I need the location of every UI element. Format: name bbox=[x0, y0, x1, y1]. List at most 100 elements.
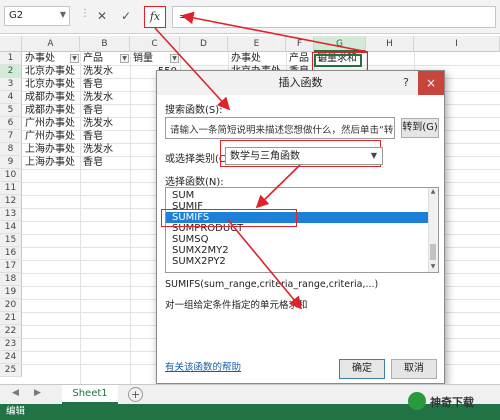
row-header-19[interactable]: 19 bbox=[0, 286, 22, 299]
row-header-10[interactable]: 10 bbox=[0, 169, 22, 182]
cell-b9[interactable]: 香皂 bbox=[81, 156, 129, 169]
column-header-d[interactable]: D bbox=[180, 36, 228, 52]
more-icon: ⋮ bbox=[80, 8, 90, 19]
cell-a4[interactable]: 成都办事处 bbox=[23, 91, 79, 104]
ok-button[interactable]: 确定 bbox=[339, 359, 385, 379]
grid-line bbox=[130, 52, 131, 384]
row-header-15[interactable]: 15 bbox=[0, 234, 22, 247]
column-header-g[interactable]: G bbox=[314, 36, 366, 52]
formula-value: = bbox=[179, 10, 189, 23]
cell-b8[interactable]: 洗发水 bbox=[81, 143, 129, 156]
function-list-item[interactable]: SUMSQ bbox=[166, 234, 430, 245]
cell-a2[interactable]: 北京办事处 bbox=[23, 65, 79, 78]
formula-bar: G2 ▼ ⋮ ✕ ✓ fx = bbox=[0, 0, 500, 34]
scroll-up-icon[interactable]: ▲ bbox=[429, 188, 437, 196]
row-header-16[interactable]: 16 bbox=[0, 247, 22, 260]
cancel-icon[interactable]: ✕ bbox=[92, 6, 112, 26]
add-sheet-icon[interactable]: + bbox=[128, 387, 143, 402]
function-listbox[interactable]: SUM SUMIF SUMIFS SUMPRODUCT SUMSQ SUMX2M… bbox=[165, 187, 439, 273]
help-icon[interactable]: ? bbox=[396, 71, 416, 95]
function-list-item[interactable]: SUMX2MY2 bbox=[166, 245, 430, 256]
confirm-icon[interactable]: ✓ bbox=[116, 6, 136, 26]
function-help-link[interactable]: 有关该函数的帮助 bbox=[165, 359, 241, 373]
cell-f1[interactable]: 产品 bbox=[287, 52, 314, 65]
scroll-down-icon[interactable]: ▼ bbox=[429, 263, 437, 271]
cell-b2[interactable]: 洗发水 bbox=[81, 65, 129, 78]
cell-a6[interactable]: 广州办事处 bbox=[23, 117, 79, 130]
column-header-b[interactable]: B bbox=[80, 36, 130, 52]
row-header-21[interactable]: 21 bbox=[0, 312, 22, 325]
column-header-i[interactable]: I bbox=[414, 36, 500, 52]
formula-input[interactable]: = bbox=[172, 6, 496, 28]
row-header-2[interactable]: 2 bbox=[0, 65, 22, 78]
column-header-e[interactable]: E bbox=[228, 36, 286, 52]
chevron-left-icon[interactable]: ◀ bbox=[12, 388, 19, 398]
cell-a5[interactable]: 成都办事处 bbox=[23, 104, 79, 117]
category-select[interactable]: 数学与三角函数 ▼ bbox=[225, 147, 383, 165]
row-header-23[interactable]: 23 bbox=[0, 338, 22, 351]
cell-b3[interactable]: 香皂 bbox=[81, 78, 129, 91]
function-list-scrollbar[interactable]: ▲ ▼ bbox=[428, 188, 438, 272]
sheet-tab[interactable]: Sheet1 bbox=[62, 385, 118, 404]
row-header-17[interactable]: 17 bbox=[0, 260, 22, 273]
row-header-14[interactable]: 14 bbox=[0, 221, 22, 234]
cell-g2-active[interactable]: = bbox=[314, 54, 362, 67]
cell-e1[interactable]: 办事处 bbox=[229, 52, 285, 65]
row-header-22[interactable]: 22 bbox=[0, 325, 22, 338]
cell-a7[interactable]: 广州办事处 bbox=[23, 130, 79, 143]
cell-c1[interactable]: 销量 bbox=[131, 52, 169, 65]
function-list-item[interactable]: SUM bbox=[166, 190, 430, 201]
cell-b7[interactable]: 香皂 bbox=[81, 130, 129, 143]
row-header-9[interactable]: 9 bbox=[0, 156, 22, 169]
row-header-20[interactable]: 20 bbox=[0, 299, 22, 312]
cancel-button[interactable]: 取消 bbox=[391, 359, 437, 379]
cell-b4[interactable]: 洗发水 bbox=[81, 91, 129, 104]
function-description: 对一组给定条件指定的单元格求和 bbox=[165, 300, 308, 311]
chevron-right-icon[interactable]: ▶ bbox=[34, 388, 41, 398]
column-header-a[interactable]: A bbox=[22, 36, 80, 52]
row-header-8[interactable]: 8 bbox=[0, 143, 22, 156]
row-header-11[interactable]: 11 bbox=[0, 182, 22, 195]
row-header-24[interactable]: 24 bbox=[0, 351, 22, 364]
watermark: 神奇下载 bbox=[396, 384, 492, 418]
cell-a8[interactable]: 上海办事处 bbox=[23, 143, 79, 156]
column-header-h[interactable]: H bbox=[366, 36, 414, 52]
chevron-down-icon[interactable]: ▼ bbox=[60, 10, 66, 19]
go-button[interactable]: 转到(G) bbox=[401, 118, 439, 138]
row-header-7[interactable]: 7 bbox=[0, 130, 22, 143]
row-header-1[interactable]: 1 bbox=[0, 52, 22, 65]
row-header-25[interactable]: 25 bbox=[0, 364, 22, 377]
cell-a9[interactable]: 上海办事处 bbox=[23, 156, 79, 169]
cell-b5[interactable]: 香皂 bbox=[81, 104, 129, 117]
select-all-corner[interactable] bbox=[0, 36, 22, 52]
search-label: 搜索函数(S): bbox=[165, 105, 223, 116]
chevron-down-icon[interactable]: ▼ bbox=[367, 149, 381, 163]
name-box[interactable]: G2 ▼ bbox=[4, 6, 70, 26]
insert-function-dialog: 插入函数 ? × 搜索函数(S): 请输入一条简短说明来描述您想做什么，然后单击… bbox=[156, 70, 445, 384]
column-header-c[interactable]: C bbox=[130, 36, 180, 52]
cell-a1[interactable]: 办事处 bbox=[23, 52, 71, 65]
row-header-12[interactable]: 12 bbox=[0, 195, 22, 208]
filter-dropdown-icon[interactable]: ▼ bbox=[120, 54, 129, 63]
column-header-f[interactable]: F bbox=[286, 36, 314, 52]
function-list-item[interactable]: SUMX2PY2 bbox=[166, 256, 430, 267]
row-header-3[interactable]: 3 bbox=[0, 78, 22, 91]
status-mode: 编辑 bbox=[6, 406, 26, 417]
row-header-13[interactable]: 13 bbox=[0, 208, 22, 221]
cell-a3[interactable]: 北京办事处 bbox=[23, 78, 79, 91]
scroll-thumb[interactable] bbox=[430, 244, 436, 260]
row-header-18[interactable]: 18 bbox=[0, 273, 22, 286]
fx-icon[interactable]: fx bbox=[144, 6, 166, 28]
filter-dropdown-icon[interactable]: ▼ bbox=[170, 54, 179, 63]
cell-b1[interactable]: 产品 bbox=[81, 52, 119, 65]
function-signature: SUMIFS(sum_range,criteria_range,criteria… bbox=[165, 279, 379, 290]
cell-g2-value: = bbox=[318, 55, 327, 66]
row-header-6[interactable]: 6 bbox=[0, 117, 22, 130]
row-header-5[interactable]: 5 bbox=[0, 104, 22, 117]
close-icon[interactable]: × bbox=[418, 71, 444, 95]
row-header-4[interactable]: 4 bbox=[0, 91, 22, 104]
name-box-value: G2 bbox=[9, 10, 24, 21]
search-function-input[interactable]: 请输入一条简短说明来描述您想做什么，然后单击“转到” bbox=[165, 117, 395, 139]
cell-b6[interactable]: 洗发水 bbox=[81, 117, 129, 130]
filter-dropdown-icon[interactable]: ▼ bbox=[70, 54, 79, 63]
